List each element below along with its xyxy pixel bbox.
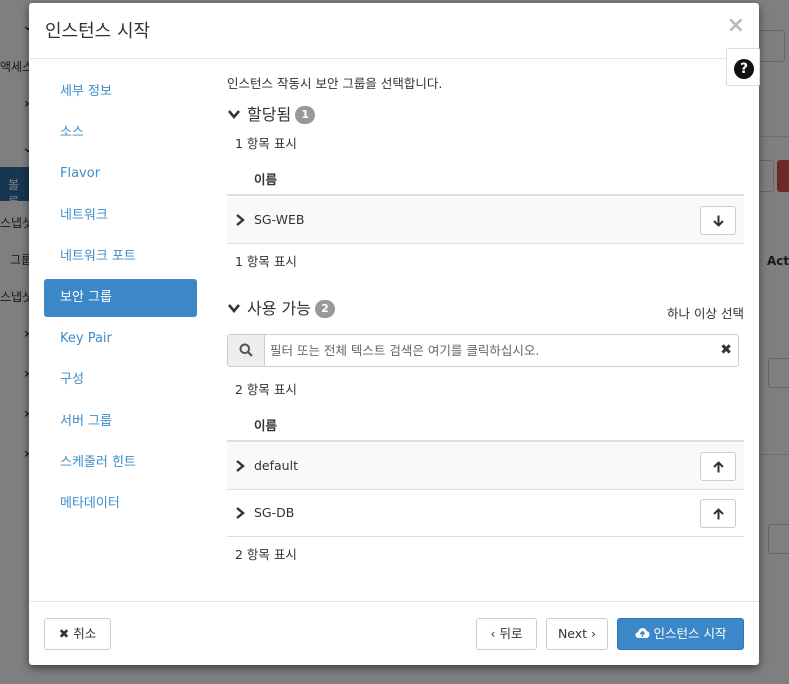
nav-item-configuration[interactable]: 구성 [44,361,197,399]
nav-item-details[interactable]: 세부 정보 [44,73,197,111]
nav-item-source[interactable]: 소스 [44,114,197,152]
cancel-button[interactable]: ✖ 취소 [44,618,111,650]
allocate-button[interactable] [700,499,736,528]
table-row: SG-DB [227,490,744,537]
nav-item-networks[interactable]: 네트워크 [44,197,197,235]
row-name: default [254,458,298,473]
nav-item-metadata[interactable]: 메타데이터 [44,485,197,523]
search-icon [239,343,253,357]
launch-label: 인스턴스 시작 [653,626,727,641]
cloud-upload-icon [635,628,649,638]
modal-header: 인스턴스 시작 × [29,3,759,59]
select-hint: 하나 이상 선택 [667,306,744,321]
close-icon[interactable]: × [727,15,745,37]
chevron-down-icon [228,304,240,314]
next-button[interactable]: Next › [546,618,608,650]
allocated-section-header[interactable]: 할당됨 1 [227,101,316,126]
allocate-button[interactable] [700,452,736,481]
nav-item-network-ports[interactable]: 네트워크 포트 [44,238,197,276]
nav-item-key-pair[interactable]: Key Pair [44,320,197,358]
nav-item-security-groups[interactable]: 보안 그룹 [44,278,197,317]
arrow-up-icon [713,508,724,520]
deallocate-button[interactable] [700,206,736,235]
nav-item-scheduler-hints[interactable]: 스케줄러 힌트 [44,444,197,482]
nav-item-flavor[interactable]: Flavor [44,155,197,193]
row-name: SG-WEB [254,212,305,227]
back-button[interactable]: ‹ 뒤로 [476,618,537,650]
column-header-name: 이름 [254,172,278,187]
search-input[interactable] [266,335,706,366]
allocated-table-header: 이름 [227,160,744,196]
launch-instance-modal: 인스턴스 시작 × ? 세부 정보 소스 Flavor 네트워크 네트워크 포트… [29,3,760,665]
table-row: SG-WEB [227,197,744,244]
search-bar: ✖ [227,334,739,367]
back-label: ‹ 뒤로 [490,626,523,641]
allocated-count-badge: 1 [295,106,316,124]
modal-title: 인스턴스 시작 [45,21,151,42]
question-circle-icon: ? [734,59,754,79]
available-count-bottom: 2 항목 표시 [235,547,297,562]
next-label: Next › [557,626,597,641]
table-row: default [227,443,744,490]
arrow-down-icon [713,215,724,227]
allocated-title: 할당됨 [247,105,292,124]
help-button[interactable]: ? [726,48,760,86]
chevron-down-icon [228,110,240,120]
modal-footer: ✖ 취소 ‹ 뒤로 Next › 인스턴스 시작 [29,601,759,665]
cancel-label: 취소 [73,626,97,641]
row-name: SG-DB [254,505,295,520]
available-count-badge: 2 [314,300,335,318]
launch-instance-button[interactable]: 인스턴스 시작 [617,618,744,650]
chevron-right-icon[interactable] [235,506,245,520]
column-header-name: 이름 [254,418,278,433]
available-title: 사용 가능 [247,299,311,318]
arrow-up-icon [713,461,724,473]
available-table-header: 이름 [227,406,744,442]
chevron-right-icon[interactable] [235,459,245,473]
available-count-top: 2 항목 표시 [235,382,297,397]
allocated-count-top: 1 항목 표시 [235,136,297,151]
search-addon [228,335,265,366]
available-section-header[interactable]: 사용 가능 2 [227,295,335,320]
wizard-nav: 세부 정보 소스 Flavor 네트워크 네트워크 포트 보안 그룹 Key P… [44,73,197,526]
chevron-right-icon[interactable] [235,213,245,227]
close-icon: ✖ [58,626,70,641]
nav-item-server-groups[interactable]: 서버 그룹 [44,403,197,441]
clear-search-icon[interactable]: ✖ [720,342,732,358]
step-description: 인스턴스 작동시 보안 그룹을 선택합니다. [227,76,443,91]
allocated-count-bottom: 1 항목 표시 [235,254,297,269]
